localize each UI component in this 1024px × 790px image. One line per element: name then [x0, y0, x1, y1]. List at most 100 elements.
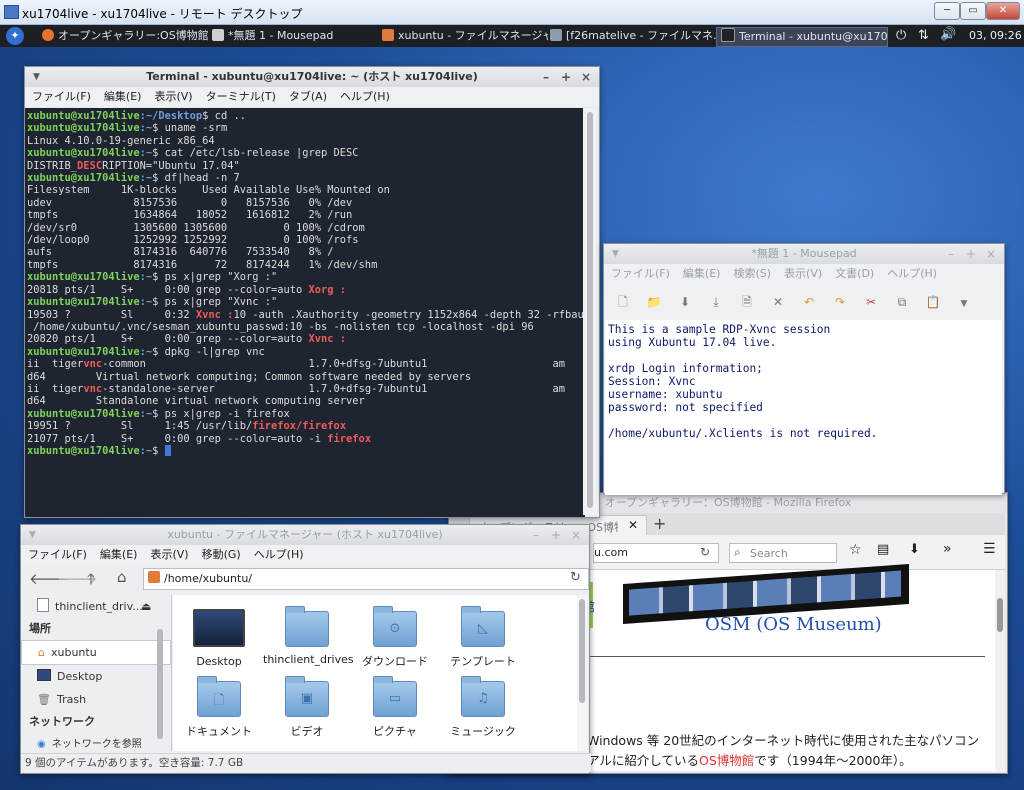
- item-thinclient-drives[interactable]: thinclient_drives: [263, 606, 354, 666]
- menu-edit[interactable]: 編集(E): [683, 267, 721, 280]
- window-menu-icon[interactable]: ▼: [29, 525, 36, 545]
- item-downloads[interactable]: ⊙ ダウンロード: [351, 606, 439, 669]
- fm-menubar: ファイル(F) 編集(E) 表示(V) 移動(G) ヘルプ(H): [21, 545, 589, 565]
- menu-view[interactable]: 表示(V): [784, 267, 822, 280]
- home-icon[interactable]: ⌂: [117, 568, 127, 586]
- home-folder-icon: [148, 571, 160, 583]
- fm-maximize[interactable]: +: [551, 525, 561, 545]
- overflow-chevron-icon[interactable]: »: [943, 541, 952, 557]
- osm-logo-text: OSM (OS Museum): [705, 614, 882, 635]
- menu-edit[interactable]: 編集(E): [104, 90, 142, 103]
- item-templates[interactable]: ◺ テンプレート: [439, 606, 527, 669]
- close-doc-icon[interactable]: ✕: [767, 292, 789, 312]
- template-folder-icon: ◺: [461, 606, 505, 647]
- documents-folder-icon: 🗋: [197, 676, 241, 717]
- redo-icon[interactable]: ↷: [829, 292, 851, 312]
- item-desktop[interactable]: Desktop: [175, 609, 263, 668]
- window-menu-icon[interactable]: ▼: [612, 244, 619, 264]
- icon-view-scrollbar[interactable]: [577, 595, 587, 751]
- url-bar[interactable]: u.com ↻: [593, 543, 719, 563]
- minimize-button[interactable]: ─: [934, 2, 960, 20]
- up-arrow-icon[interactable]: 🡑: [87, 569, 95, 594]
- menu-document[interactable]: 文書(D): [835, 267, 874, 280]
- remote-desktop-icon: [4, 5, 19, 19]
- whisker-menu-icon[interactable]: ✦: [6, 27, 24, 45]
- menu-terminal[interactable]: ターミナル(T): [206, 90, 276, 103]
- file-manager-title: xubuntu - ファイルマネージャー (ホスト xu1704live) ▼ …: [21, 525, 589, 545]
- mousepad-text-area[interactable]: This is a sample RDP-Xvnc session using …: [605, 320, 1002, 495]
- panel-clock[interactable]: 03, 09:26: [969, 29, 1022, 42]
- paste-icon[interactable]: 📋: [922, 292, 944, 312]
- divider: [587, 656, 985, 657]
- power-plug-icon[interactable]: ⏻: [896, 28, 906, 43]
- task-mousepad[interactable]: *無題 1 - Mousepad: [208, 27, 378, 45]
- sidebar-item-thinclient[interactable]: thinclient_driv... ⏏: [21, 595, 171, 618]
- menu-view[interactable]: 表示(V): [154, 90, 192, 103]
- trash-icon: 🗑: [37, 693, 51, 706]
- sidebar-item-desktop[interactable]: Desktop: [21, 665, 171, 688]
- terminal-minimize[interactable]: –: [543, 67, 549, 87]
- terminal-maximize[interactable]: +: [561, 67, 571, 87]
- copy-icon[interactable]: ⧉: [891, 292, 913, 312]
- menu-help[interactable]: ヘルプ(H): [340, 90, 390, 103]
- menu-file[interactable]: ファイル(F): [28, 548, 87, 561]
- terminal-scrollbar[interactable]: [583, 108, 597, 515]
- save-as-icon[interactable]: ⤓: [705, 292, 727, 312]
- volume-icon[interactable]: 🔊: [940, 27, 956, 42]
- menu-file[interactable]: ファイル(F): [32, 90, 91, 103]
- cut-icon[interactable]: ✂: [860, 292, 882, 312]
- hamburger-menu-icon[interactable]: ☰: [983, 541, 996, 557]
- menu-search[interactable]: 検索(S): [733, 267, 771, 280]
- new-document-icon[interactable]: 🗋: [612, 292, 634, 312]
- music-folder-icon: ♫: [461, 676, 505, 717]
- menu-tabs[interactable]: タブ(A): [289, 90, 327, 103]
- menu-view[interactable]: 表示(V): [150, 548, 188, 561]
- search-input[interactable]: ⌕ Search: [729, 543, 837, 563]
- fm-minimize[interactable]: –: [533, 525, 539, 545]
- item-videos[interactable]: ▣ ビデオ: [263, 676, 351, 739]
- task-file-manager-2[interactable]: [f26matelive - ファイルマネ...: [546, 27, 716, 45]
- terminal-close[interactable]: ×: [581, 67, 591, 87]
- sidebar-scrollbar[interactable]: [157, 629, 163, 739]
- mousepad-close[interactable]: ×: [986, 244, 996, 264]
- terminal-output[interactable]: xubuntu@xu1704live:~/Desktop$ cd .. xubun…: [25, 108, 585, 517]
- task-terminal[interactable]: Terminal - xubuntu@xu170...: [716, 27, 888, 47]
- videos-folder-icon: ▣: [285, 676, 329, 717]
- reload-icon[interactable]: ↻: [570, 570, 581, 585]
- menu-go[interactable]: 移動(G): [202, 548, 241, 561]
- save-icon[interactable]: ⬇: [674, 292, 696, 312]
- sidebar-item-trash[interactable]: 🗑 Trash: [21, 688, 171, 711]
- tab-close-icon[interactable]: ✕: [628, 518, 638, 532]
- download-icon[interactable]: ⬇: [909, 542, 920, 557]
- maximize-button[interactable]: ▭: [960, 2, 986, 20]
- osm-link[interactable]: OS博物館: [699, 753, 754, 768]
- mousepad-minimize[interactable]: –: [948, 244, 954, 264]
- terminal-title: Terminal - xubuntu@xu1704live: ~ (ホスト xu…: [25, 67, 599, 87]
- menu-help[interactable]: ヘルプ(H): [254, 548, 304, 561]
- reading-list-icon[interactable]: ▤: [877, 542, 889, 557]
- toolbar-overflow-icon[interactable]: ▼: [953, 294, 975, 314]
- firefox-scrollbar[interactable]: [995, 570, 1005, 771]
- item-pictures[interactable]: ▭ ピクチャ: [351, 676, 439, 739]
- window-menu-icon[interactable]: ▼: [33, 67, 40, 87]
- menu-edit[interactable]: 編集(E): [100, 548, 138, 561]
- item-documents[interactable]: 🗋 ドキュメント: [175, 676, 263, 739]
- reload-icon[interactable]: ↻: [700, 545, 710, 559]
- menu-help[interactable]: ヘルプ(H): [887, 267, 937, 280]
- network-icon[interactable]: ⇅: [918, 28, 929, 43]
- open-folder-icon[interactable]: 📁: [643, 292, 665, 312]
- task-firefox[interactable]: オープンギャラリー:OS博物館...: [38, 27, 208, 45]
- path-bar[interactable]: /home/xubuntu/ ↻: [143, 568, 589, 590]
- undo-icon[interactable]: ↶: [798, 292, 820, 312]
- new-tab-button[interactable]: +: [653, 514, 666, 533]
- bookmark-star-icon[interactable]: ☆: [849, 542, 862, 558]
- fm-close[interactable]: ×: [571, 525, 581, 545]
- item-music[interactable]: ♫ ミュージック: [439, 676, 527, 739]
- menu-file[interactable]: ファイル(F): [611, 267, 670, 280]
- close-button[interactable]: ✕: [986, 2, 1020, 20]
- task-file-manager[interactable]: xubuntu - ファイルマネージャー: [378, 27, 548, 45]
- revert-icon[interactable]: 🗎: [736, 292, 758, 312]
- mousepad-maximize[interactable]: +: [966, 244, 976, 264]
- sidebar-item-xubuntu[interactable]: ⌂ xubuntu: [21, 640, 171, 665]
- eject-icon[interactable]: ⏏: [141, 595, 151, 618]
